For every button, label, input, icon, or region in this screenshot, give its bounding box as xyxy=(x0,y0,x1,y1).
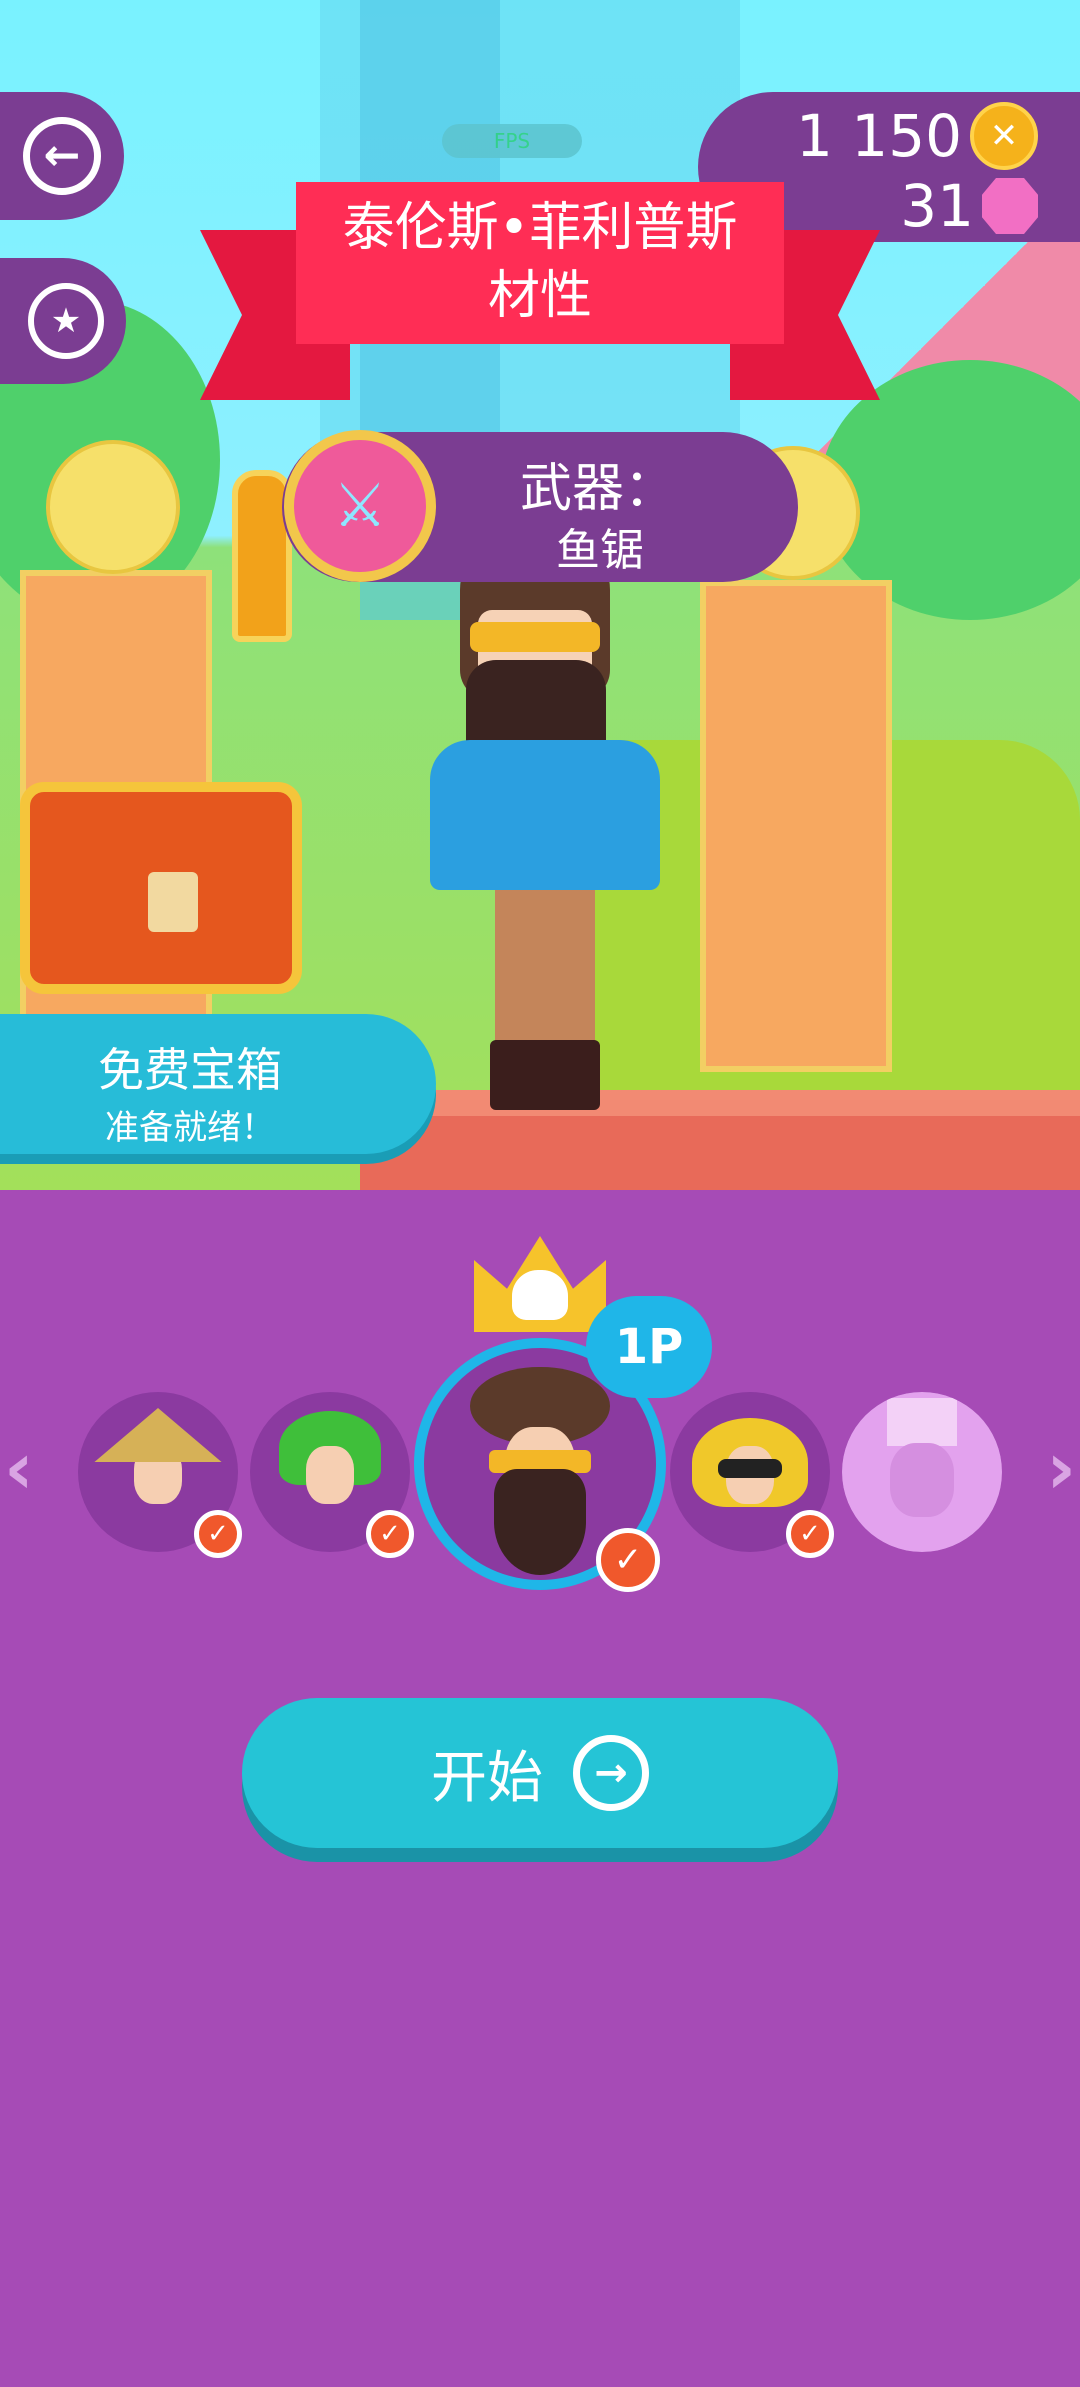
portrait-face xyxy=(306,1446,354,1504)
owned-check-icon: ✓ xyxy=(786,1510,834,1558)
weapon-title: 武器： xyxy=(520,459,677,519)
previous-character-arrow[interactable]: ‹ xyxy=(4,1426,34,1510)
coin-count: 1 150 xyxy=(795,102,962,170)
start-label: 开始 xyxy=(431,1745,543,1811)
free-chest-title: 免费宝箱 xyxy=(98,1043,282,1097)
free-chest-button[interactable]: 免费宝箱 准备就绪！ xyxy=(0,1014,436,1154)
next-character-arrow[interactable]: › xyxy=(1046,1426,1076,1510)
skull-icon xyxy=(512,1270,568,1320)
beard-icon xyxy=(493,1468,587,1576)
character-name-line2: 材性 xyxy=(487,266,592,326)
owned-check-icon: ✓ xyxy=(194,1510,242,1558)
hero-character xyxy=(410,520,680,1110)
right-pillar xyxy=(700,580,892,1072)
gem-count: 31 xyxy=(900,172,974,240)
player-one-tag: 1P xyxy=(586,1296,712,1398)
top-hat-icon xyxy=(886,1398,958,1447)
character-name-line1: 泰伦斯•菲利普斯 xyxy=(342,198,738,258)
lock-icon xyxy=(148,872,198,932)
portrait-face xyxy=(890,1443,954,1517)
free-chest-status: 准备就绪！ xyxy=(105,1108,275,1148)
owned-check-icon: ✓ xyxy=(596,1528,660,1592)
weapon-name: 鱼锯 xyxy=(556,525,644,576)
back-button[interactable]: ← xyxy=(0,92,124,220)
fps-counter: FPS xyxy=(442,124,582,158)
achievements-button[interactable]: ★ xyxy=(0,258,126,384)
coin-balance: 1 150 ✕ xyxy=(796,102,1038,170)
character-portrait-uncle-sam-locked[interactable] xyxy=(842,1392,1002,1552)
gem-icon xyxy=(982,178,1038,234)
weapon-medal-icon[interactable]: ⚔ xyxy=(284,430,436,582)
hero-boots xyxy=(490,1040,600,1110)
back-arrow-icon: ← xyxy=(23,117,101,195)
coin-icon: ✕ xyxy=(970,102,1038,170)
treasure-chest-icon[interactable] xyxy=(20,782,302,994)
sunglasses-icon xyxy=(718,1459,782,1479)
hero-glasses xyxy=(470,622,600,652)
left-pillar-ball xyxy=(46,440,180,574)
start-button[interactable]: 开始 → xyxy=(242,1698,838,1848)
owned-check-icon: ✓ xyxy=(366,1510,414,1558)
hero-jacket xyxy=(430,740,660,890)
arrow-right-icon: → xyxy=(573,1735,649,1811)
character-name-banner: 泰伦斯•菲利普斯 材性 xyxy=(296,182,784,344)
gem-balance: 31 xyxy=(900,172,1038,240)
ribbon-star-icon: ★ xyxy=(28,283,104,359)
conical-hat-icon xyxy=(94,1408,222,1463)
